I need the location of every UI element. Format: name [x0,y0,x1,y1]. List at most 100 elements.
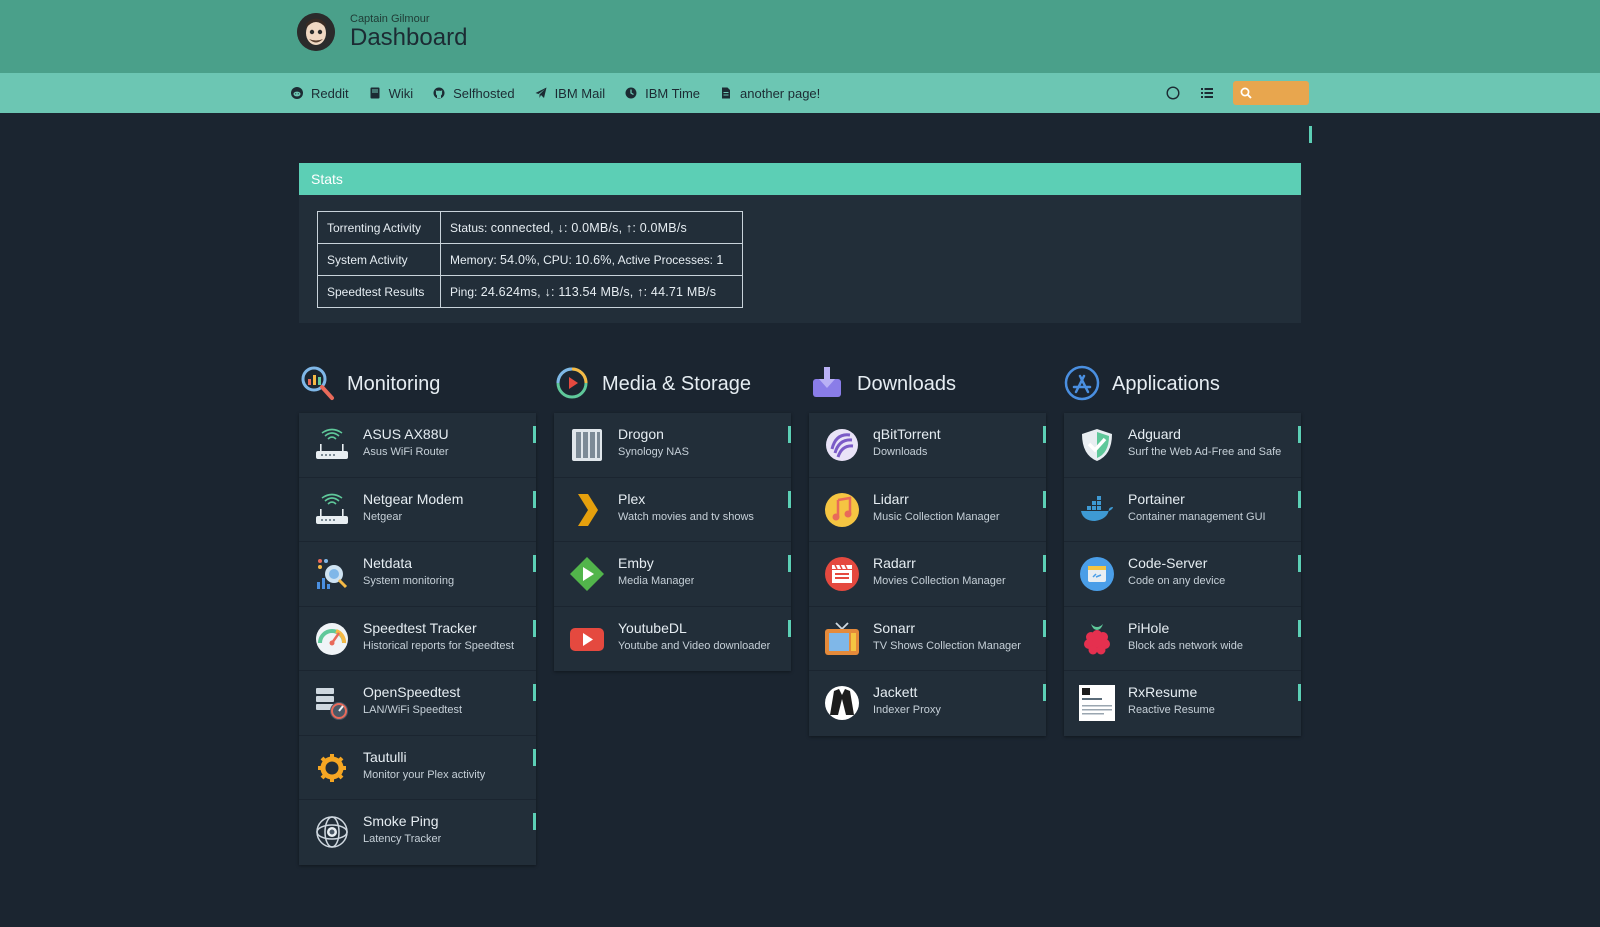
group-title: Downloads [857,373,956,395]
service-description: Netgear [363,510,403,523]
status-indicator [1043,426,1046,443]
resume-icon [1079,685,1115,721]
status-indicator [533,748,536,766]
music-note-icon [824,492,860,528]
service-card-speedtest-tracker[interactable]: Speedtest Tracker Historical reports for … [299,606,536,671]
service-description: LAN/WiFi Speedtest [363,704,463,716]
service-description: Indexer Proxy [873,704,941,716]
group-header: Downloads [809,365,1046,405]
service-card-emby[interactable]: Emby Media Manager [554,542,791,607]
status-indicator [533,426,536,443]
service-card-qbittorrent[interactable]: qBitTorrent Downloads [809,413,1046,478]
service-card-pihole[interactable]: PiHole Block ads network wide [1064,606,1301,671]
service-name: PiHole [1128,619,1170,636]
header-bar: Captain Gilmour Dashboard [0,0,1600,73]
nav-link-label: IBM Time [645,85,701,101]
nav-link-ibm-mail[interactable]: IBM Mail [535,86,605,101]
group-header: Applications [1064,365,1301,405]
service-name: Netgear Modem [363,490,464,507]
status-indicator [533,813,536,830]
group-title: Monitoring [347,373,441,395]
stat-value: 10.6% [575,252,612,267]
clapperboard-icon [824,556,860,592]
stat-value: 24.624ms, ↓: 113.54 MB/s, ↑: 44.71 MB/s [480,284,717,299]
nas-icon [569,427,605,463]
netdata-icon [314,556,350,592]
group-header: Media & Storage [554,365,791,405]
play-ring-icon [554,365,590,401]
service-description: TV Shows Collection Manager [873,639,1021,652]
stat-label: System Activity [317,243,441,276]
book-icon [370,87,380,99]
stat-value-cell: Memory: 54.0%, CPU: 10.6%, Active Proces… [440,243,743,276]
service-card-openspeedtest[interactable]: OpenSpeedtest LAN/WiFi Speedtest [299,671,536,736]
service-description: Media Manager [618,575,695,587]
reddit-icon [291,87,303,99]
gauge-icon [314,621,350,657]
stat-value: connected, ↓: 0.0MB/s, ↑: 0.0MB/s [490,220,687,235]
service-card-plex[interactable]: Plex Watch movies and tv shows [554,477,791,542]
nav-tools [1165,73,1309,113]
emby-icon [569,556,605,592]
scroll-indicator [1309,126,1312,143]
group-downloads: Downloads qBitTorrent Downloads Lidarr Music… [809,365,1046,736]
stat-value: 1 [716,252,724,267]
status-indicator [533,684,536,701]
service-name: Portainer [1128,490,1185,507]
stat-prefix: , CPU: [536,252,576,267]
service-card-adguard[interactable]: Adguard Surf the Web Ad-Free and Safe [1064,413,1301,478]
nav-link-reddit[interactable]: Reddit [291,86,349,101]
service-name: RxResume [1128,684,1198,700]
service-card-code-server[interactable]: Code-Server Code on any device [1064,542,1301,607]
service-card-asus-ax88u[interactable]: ASUS AX88U Asus WiFi Router [299,413,536,478]
search-input[interactable] [1257,84,1305,102]
service-name: YoutubeDL [618,619,687,636]
theme-toggle-button[interactable] [1165,85,1181,101]
service-description: Surf the Web Ad-Free and Safe [1128,446,1282,458]
service-card-youtubedl[interactable]: YoutubeDL Youtube and Video downloader [554,606,791,671]
docker-whale-icon [1079,492,1115,528]
service-card-lidarr[interactable]: Lidarr Music Collection Manager [809,477,1046,542]
nav-link-wiki[interactable]: Wiki [369,85,414,101]
router-icon [314,427,350,463]
service-card-radarr[interactable]: Radarr Movies Collection Manager [809,542,1046,607]
service-card-smoke-ping[interactable]: Smoke Ping Latency Tracker [299,800,536,865]
service-name: Drogon [618,426,664,442]
stat-prefix: Status: [450,220,491,235]
nav-link-ibm-time[interactable]: IBM Time [625,86,700,101]
service-card-netgear-modem[interactable]: Netgear Modem Netgear [299,477,536,542]
status-indicator [1298,426,1301,443]
service-card-jackett[interactable]: Jackett Indexer Proxy [809,671,1046,736]
nav-link-label: Wiki [388,85,414,101]
status-indicator [1043,490,1046,508]
service-list: qBitTorrent Downloads Lidarr Music Collecti… [809,413,1046,736]
layout-toggle-button[interactable] [1199,85,1215,101]
github-icon [433,87,445,99]
raspberry-icon [1079,621,1115,657]
service-name: OpenSpeedtest [363,684,461,700]
service-list: Drogon Synology NAS Plex Watch movies and t… [554,413,791,671]
tv-icon [824,621,860,657]
navbar: Reddit Wiki Selfhosted IBM Mail IBM Time… [0,73,1600,113]
service-card-rxresume[interactable]: RxResume Reactive Resume [1064,671,1301,736]
youtube-icon [569,621,605,657]
search-box[interactable] [1233,81,1309,105]
service-card-sonarr[interactable]: Sonarr TV Shows Collection Manager [809,606,1046,671]
table-row: System Activity Memory: 54.0%, CPU: 10.6… [317,243,743,276]
circle-icon [1166,86,1180,100]
service-name: Sonarr [873,619,916,636]
stat-prefix: Memory: [450,252,501,267]
service-card-netdata[interactable]: Netdata System monitoring [299,542,536,607]
service-card-drogon[interactable]: Drogon Synology NAS [554,413,791,478]
service-description: Movies Collection Manager [873,575,1006,587]
service-card-tautulli[interactable]: Tautulli Monitor your Plex activity [299,735,536,800]
group-title: Applications [1112,373,1220,395]
service-description: Container management GUI [1128,510,1266,523]
router-icon [314,492,350,528]
paper-plane-icon [535,87,547,98]
status-indicator [788,619,791,637]
nav-link-another-page[interactable]: another page! [720,86,820,101]
service-card-portainer[interactable]: Portainer Container management GUI [1064,477,1301,542]
service-name: Code-Server [1128,555,1208,571]
nav-link-selfhosted[interactable]: Selfhosted [433,86,515,101]
